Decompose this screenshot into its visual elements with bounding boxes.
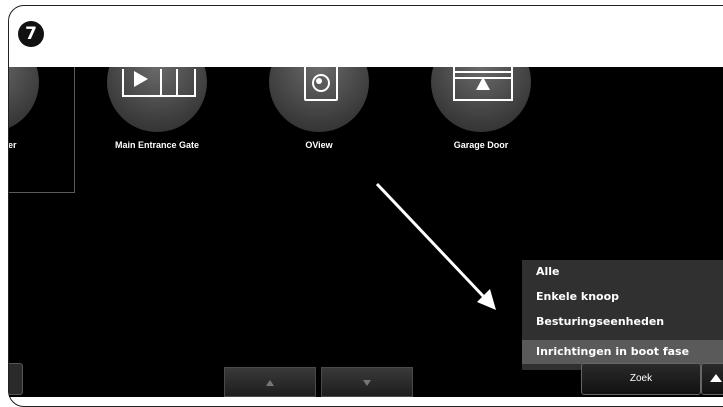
left-edge-button[interactable] (9, 363, 23, 395)
step-number-badge: 7 (18, 21, 44, 47)
search-button[interactable]: Zoek (581, 363, 701, 395)
menu-item-inrichtingen-in-boot-fase[interactable]: Inrichtingen in boot fase (522, 340, 723, 364)
menu-item-enkele-knoop[interactable]: Enkele knoop (522, 285, 723, 309)
menu-item-besturingseenheden[interactable]: Besturingseenheden (522, 310, 723, 334)
menu-item-alle[interactable]: Alle (522, 260, 723, 284)
app-screen: Receiver Main Entrance Gate OView (9, 67, 723, 397)
scroll-down-button[interactable] (321, 367, 413, 397)
triangle-up-icon (710, 374, 722, 382)
menu-toggle-button[interactable] (701, 363, 723, 395)
filter-dropdown-menu: Alle Enkele knoop Besturingseenheden Inr… (522, 260, 723, 370)
scroll-up-button[interactable] (224, 367, 316, 397)
